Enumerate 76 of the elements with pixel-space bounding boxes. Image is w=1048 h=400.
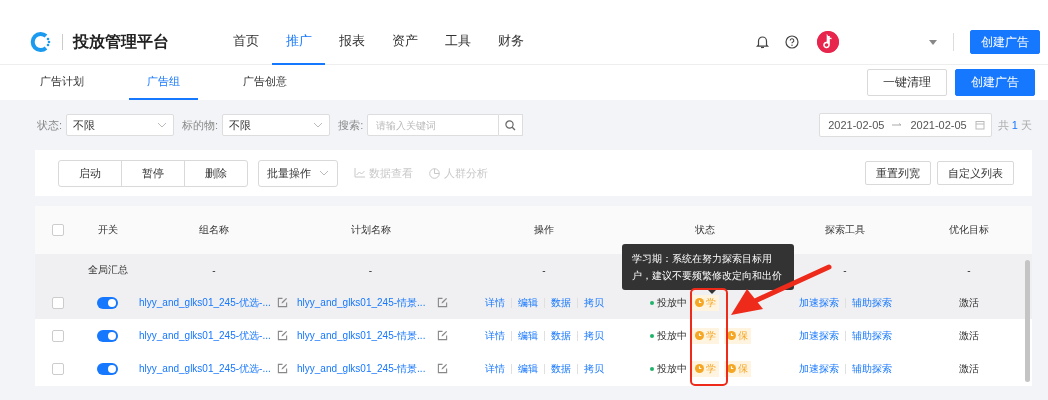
action-button[interactable]: 启动 [58, 159, 122, 187]
group-name-link[interactable]: hlyy_and_glks01_245-优选-... [139, 328, 271, 343]
action-link[interactable]: 详情 [484, 328, 505, 343]
filter-label: 搜索: [338, 117, 364, 133]
status-text: 投放中 [657, 328, 687, 343]
batch-select[interactable]: 批量操作 [258, 159, 338, 187]
status-badge: 学 [692, 294, 719, 311]
table-cell: - [843, 264, 847, 276]
group-name-link[interactable]: hlyy_and_glks01_245-优选-... [139, 295, 271, 310]
tab[interactable]: 广告创意 [225, 65, 305, 100]
plan-name-link[interactable]: hlyy_and_glks01_245-情景... [297, 295, 426, 310]
create-ad-button[interactable]: 创建广告 [970, 30, 1040, 54]
action-link[interactable]: 详情 [484, 361, 505, 376]
filter-label: 标的物: [182, 117, 219, 133]
search-field[interactable]: 请输入关键词 [367, 114, 500, 136]
table-setting-button[interactable]: 重置列宽 [865, 161, 931, 185]
table-cell: - [368, 264, 373, 276]
action-link[interactable]: 编辑 [517, 361, 538, 376]
column-header: 操作 [534, 223, 554, 237]
action-link[interactable]: 数据 [550, 328, 571, 343]
nav-item[interactable]: 推广 [272, 19, 325, 65]
column-header: 计划名称 [350, 223, 391, 237]
filter-label: 状态: [37, 117, 63, 133]
column-header: 状态 [695, 223, 715, 237]
explore-link[interactable]: 辅助探索 [851, 295, 892, 310]
create-ad-button[interactable]: 创建广告 [955, 69, 1035, 96]
explore-link[interactable]: 加速探索 [798, 328, 839, 343]
column-header: 优化目标 [949, 223, 989, 237]
plan-name-link[interactable]: hlyy_and_glks01_245-情景... [297, 328, 426, 343]
action-button[interactable]: 删除 [184, 159, 248, 187]
table-cell: - [542, 264, 546, 276]
table-row[interactable]: hlyy_and_glks01_245-优选-... hlyy_and_glks01_245-情景... 详情 编辑 数据 拷贝 投放中 学 加速探索 辅助探索 激活 [35, 286, 1032, 319]
nav-item[interactable]: 首页 [219, 19, 272, 65]
table-setting-button[interactable]: 自定义列表 [937, 161, 1014, 185]
column-header: 探索工具 [825, 223, 865, 237]
nav-item[interactable]: 工具 [431, 19, 484, 65]
explore-link[interactable]: 辅助探索 [851, 361, 892, 376]
action-link[interactable]: 数据 [550, 295, 571, 310]
table-cell: - [212, 264, 216, 276]
action-link[interactable]: 拷贝 [583, 328, 604, 343]
table-cell: 激活 [959, 295, 979, 310]
action-link[interactable]: 数据 [550, 361, 571, 376]
clear-button[interactable]: 一键清理 [867, 69, 947, 96]
status-text: 投放中 [657, 295, 687, 310]
group-name-link[interactable]: hlyy_and_glks01_245-优选-... [139, 361, 271, 376]
action-button[interactable]: 暂停 [121, 159, 185, 187]
tab[interactable]: 广告计划 [22, 65, 102, 100]
table-cell: 激活 [959, 361, 979, 376]
explore-link[interactable]: 加速探索 [798, 361, 839, 376]
action-link[interactable]: 编辑 [517, 295, 538, 310]
explore-link[interactable]: 加速探索 [798, 295, 839, 310]
status-text: 投放中 [657, 361, 687, 376]
select-field[interactable]: 不限 [66, 114, 175, 136]
column-header: 开关 [97, 223, 118, 237]
nav-item[interactable]: 报表 [325, 19, 378, 65]
plan-name-link[interactable]: hlyy_and_glks01_245-情景... [297, 361, 426, 376]
day-count: 共 1 天 [997, 117, 1032, 133]
table-cell: 激活 [959, 328, 979, 343]
select-field[interactable]: 不限 [222, 114, 331, 136]
app-title: 投放管理平台 [73, 31, 169, 52]
explore-link[interactable]: 辅助探索 [851, 328, 892, 343]
table-cell: 全局汇总 [87, 263, 128, 277]
tab[interactable]: 广告组 [129, 65, 198, 100]
action-link[interactable]: 拷贝 [583, 295, 604, 310]
status-badge: 学 [692, 327, 719, 344]
action-link[interactable]: 编辑 [517, 328, 538, 343]
table-cell: - [967, 264, 971, 276]
nav-item[interactable]: 资产 [378, 19, 431, 65]
action-link[interactable]: 拷贝 [583, 361, 604, 376]
status-badge: 学 [692, 360, 719, 377]
nav-item[interactable]: 财务 [484, 19, 537, 65]
status-badge: 保 [724, 360, 751, 377]
status-badge: 保 [724, 327, 751, 344]
date-range-field[interactable]: 2021-02-05 2021-02-05 [819, 113, 992, 137]
column-header: 组名称 [199, 223, 229, 237]
action-link[interactable]: 详情 [484, 295, 505, 310]
